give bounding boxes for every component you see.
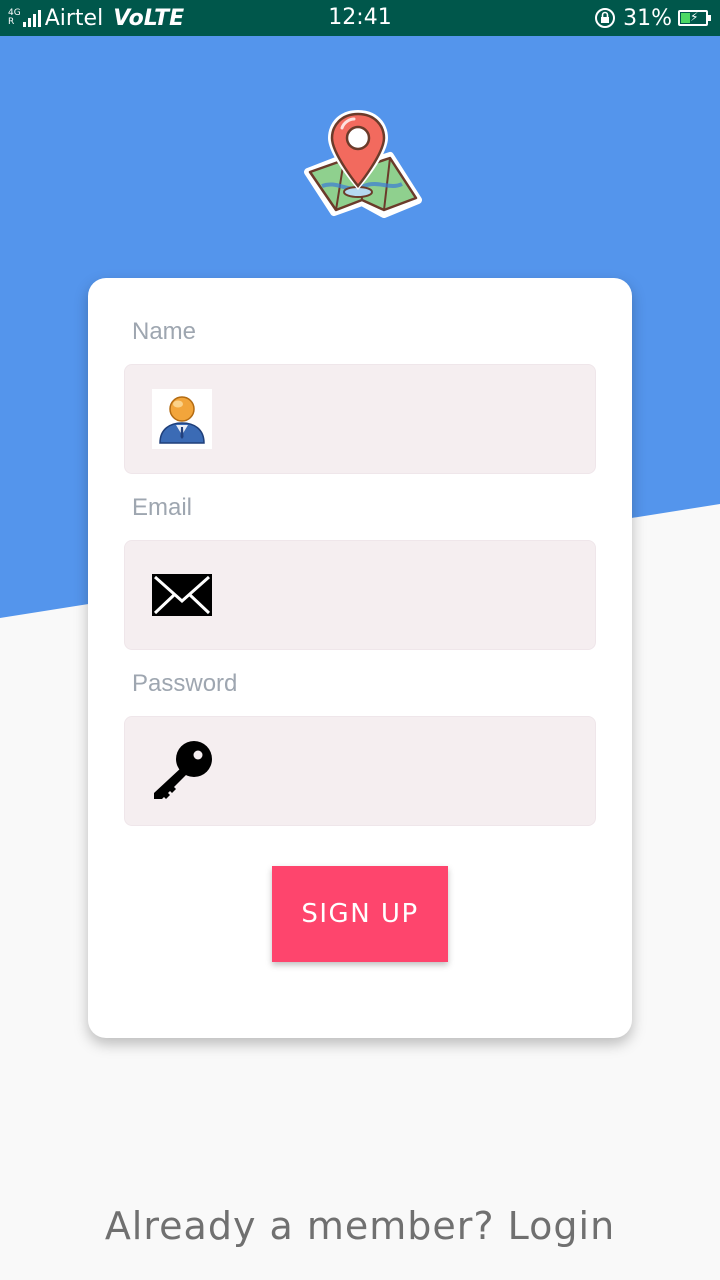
email-input[interactable]: [225, 541, 579, 651]
email-field[interactable]: [124, 540, 596, 651]
envelope-icon: [152, 574, 212, 616]
name-label: Name: [132, 318, 197, 345]
email-label: Email: [132, 494, 193, 521]
user-icon: [152, 389, 212, 449]
battery-percent: 31%: [623, 5, 672, 31]
key-icon: [154, 741, 212, 799]
login-link[interactable]: Already a member? Login: [0, 1204, 720, 1248]
signup-card: Name Email Password SIGN UP: [88, 278, 632, 1038]
status-right: 31% ⚡: [593, 0, 711, 36]
sign-up-button[interactable]: SIGN UP: [272, 866, 448, 962]
password-field[interactable]: [124, 716, 596, 827]
rotation-lock-icon: [595, 8, 616, 28]
password-input[interactable]: [225, 717, 579, 827]
map-pin-icon: [304, 110, 422, 218]
battery-icon: ⚡: [678, 10, 711, 26]
name-input[interactable]: [225, 365, 579, 475]
name-field[interactable]: [124, 364, 596, 475]
status-bar: 4G R Airtel VoLTE 12:41 31% ⚡: [0, 0, 720, 36]
password-label: Password: [132, 670, 238, 697]
